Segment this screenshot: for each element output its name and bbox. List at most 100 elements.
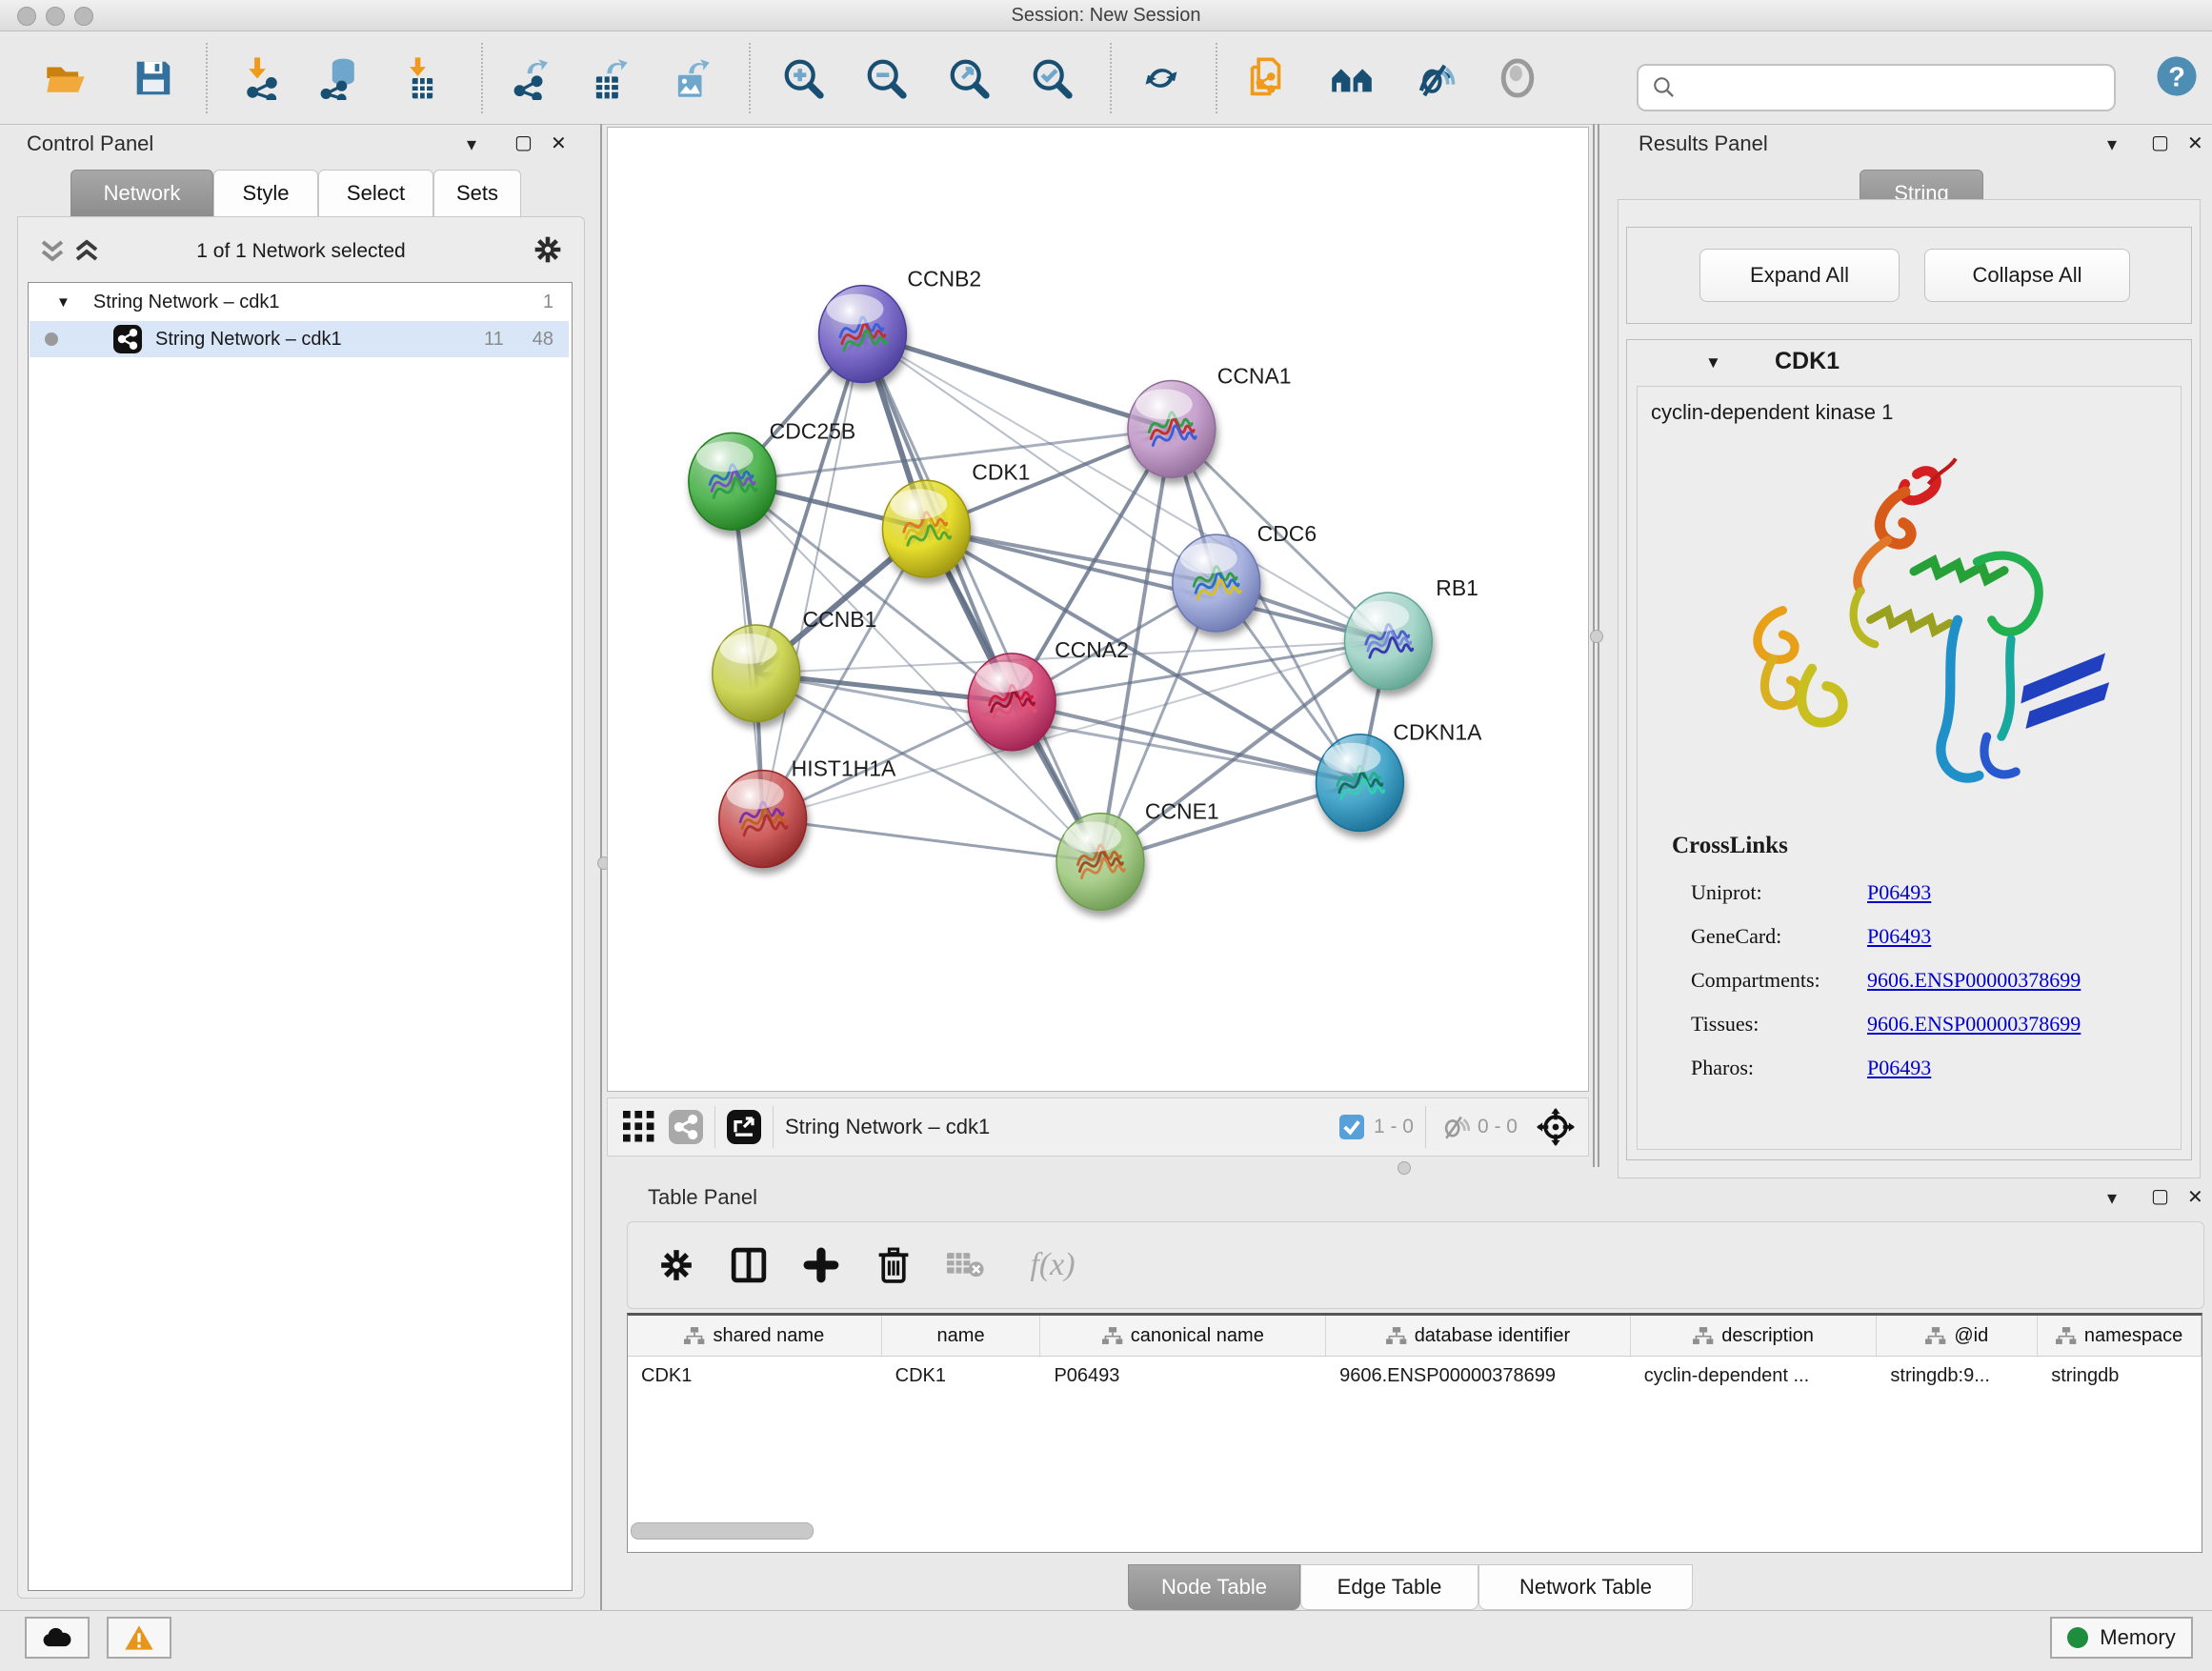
- warnings-button[interactable]: [107, 1617, 171, 1659]
- export-network-button[interactable]: [505, 52, 556, 104]
- zoom-in-button[interactable]: [777, 52, 829, 104]
- node-cdk1[interactable]: [882, 480, 970, 577]
- import-network-file-button[interactable]: [236, 52, 288, 104]
- crosslink-link[interactable]: 9606.ENSP00000378699: [1867, 1012, 2081, 1037]
- import-network-database-button[interactable]: [314, 52, 366, 104]
- create-column-button[interactable]: [795, 1239, 847, 1291]
- export-image-button[interactable]: [665, 52, 716, 104]
- selected-checkbox-icon[interactable]: [1339, 1115, 1364, 1139]
- control-panel-maximize-button[interactable]: ▢: [514, 133, 533, 152]
- column-header-name[interactable]: name: [882, 1316, 1041, 1356]
- collapse-all-button[interactable]: Collapse All: [1924, 249, 2130, 302]
- tab-edge-table[interactable]: Edge Table: [1300, 1564, 1478, 1610]
- network-canvas[interactable]: CCNB2CCNA1CDC25BCDK1CDC6RB1CCNB1CCNA2CDK…: [607, 127, 1589, 1092]
- function-builder-button[interactable]: f(x): [1013, 1239, 1093, 1291]
- node-cdc25b[interactable]: [689, 433, 776, 530]
- column-header-databaseidentifier[interactable]: database identifier: [1326, 1316, 1631, 1356]
- refresh-button[interactable]: [1136, 52, 1187, 104]
- node-hist1h1a[interactable]: [719, 771, 807, 868]
- crosslink-link[interactable]: 9606.ENSP00000378699: [1867, 968, 2081, 993]
- selected-node-edge-counts: 1 - 0: [1374, 1116, 1414, 1138]
- control-panel-close-button[interactable]: ✕: [551, 134, 567, 153]
- right-splitter-handle[interactable]: [1590, 630, 1603, 643]
- node-ccnb1[interactable]: [713, 625, 800, 722]
- node-ccne1[interactable]: [1056, 814, 1144, 911]
- node-rb1[interactable]: [1344, 593, 1432, 690]
- share-document-button[interactable]: [1242, 52, 1294, 104]
- network-graph[interactable]: CCNB2CCNA1CDC25BCDK1CDC6RB1CCNB1CCNA2CDK…: [608, 128, 1588, 1091]
- edge-ccnb2-hist1h1a[interactable]: [763, 334, 863, 819]
- network-collection-row[interactable]: ▼ String Network – cdk1 1: [30, 284, 569, 320]
- column-header-sharedname[interactable]: shared name: [628, 1316, 882, 1356]
- show-results-button[interactable]: [1492, 52, 1543, 104]
- help-button[interactable]: ?: [2151, 50, 2202, 102]
- save-session-button[interactable]: [128, 52, 179, 104]
- table-horizontal-scrollbar[interactable]: [631, 1522, 814, 1540]
- column-header-id[interactable]: @id: [1877, 1316, 2038, 1356]
- node-cdc6[interactable]: [1173, 534, 1260, 632]
- edge-hist1h1a-ccne1[interactable]: [763, 819, 1100, 862]
- results-panel-close-button[interactable]: ✕: [2187, 134, 2203, 153]
- zoom-selected-button[interactable]: [1026, 52, 1077, 104]
- node-ccnb2[interactable]: [819, 286, 907, 383]
- tab-node-table[interactable]: Node Table: [1128, 1564, 1300, 1610]
- node-ccna1[interactable]: [1128, 380, 1216, 477]
- crosslink-link[interactable]: P06493: [1867, 1056, 1931, 1080]
- export-table-button[interactable]: [583, 52, 634, 104]
- tab-network-table[interactable]: Network Table: [1478, 1564, 1693, 1610]
- right-splitter[interactable]: [1593, 124, 1595, 1167]
- birds-eye-view-icon[interactable]: [1537, 1108, 1575, 1146]
- delete-column-button[interactable]: [868, 1239, 919, 1291]
- node-ccna2[interactable]: [968, 654, 1056, 751]
- open-in-new-window-icon[interactable]: [727, 1110, 761, 1144]
- column-header-canonicalname[interactable]: canonical name: [1040, 1316, 1326, 1356]
- crosslink-link[interactable]: P06493: [1867, 880, 1931, 905]
- edge-ccnb2-ccne1[interactable]: [862, 334, 1100, 862]
- result-collapse-arrow-icon[interactable]: ▼: [1705, 353, 1721, 372]
- delete-table-button[interactable]: [940, 1239, 992, 1291]
- open-session-button[interactable]: [40, 52, 91, 104]
- tab-sets[interactable]: Sets: [433, 170, 521, 217]
- tab-select[interactable]: Select: [318, 170, 433, 217]
- delete-table-icon: [947, 1249, 985, 1281]
- network-row[interactable]: String Network – cdk1 11 48: [30, 321, 569, 357]
- expand-all-button[interactable]: Expand All: [1699, 249, 1900, 302]
- results-panel-float-button[interactable]: ▾: [2107, 135, 2117, 154]
- home-button[interactable]: [1326, 52, 1377, 104]
- zoom-out-button[interactable]: [860, 52, 912, 104]
- bottom-splitter-handle[interactable]: [1398, 1161, 1411, 1175]
- results-panel-maximize-button[interactable]: ▢: [2151, 133, 2169, 152]
- table-toolbar: f(x): [627, 1221, 2204, 1309]
- import-table-file-button[interactable]: [394, 52, 446, 104]
- collection-expand-arrow-icon[interactable]: ▼: [56, 294, 70, 311]
- crosslink-link[interactable]: P06493: [1867, 924, 1931, 949]
- grid-view-icon[interactable]: [623, 1111, 655, 1143]
- zoom-fit-button[interactable]: [943, 52, 995, 104]
- network-view-share-icon[interactable]: [669, 1110, 703, 1144]
- network-edge-count: 48: [533, 329, 553, 351]
- table-panel-close-button[interactable]: ✕: [2187, 1188, 2203, 1207]
- network-options-gear-icon[interactable]: [533, 234, 563, 265]
- edge-ccnb2-ccna1[interactable]: [862, 334, 1171, 430]
- node-label-ccna2: CCNA2: [1055, 637, 1129, 662]
- table-panel-float-button[interactable]: ▾: [2107, 1189, 2117, 1208]
- tab-style[interactable]: Style: [213, 170, 318, 217]
- show-columns-button[interactable]: [723, 1239, 774, 1291]
- memory-button[interactable]: Memory: [2050, 1617, 2193, 1659]
- control-panel-float-button[interactable]: ▾: [467, 135, 476, 154]
- search-box: [1637, 64, 2116, 111]
- edge-ccna2-cdkn1a[interactable]: [1012, 702, 1359, 783]
- titlebar: Session: New Session: [0, 0, 2212, 31]
- table-options-button[interactable]: [651, 1239, 702, 1291]
- hide-results-button[interactable]: [1408, 52, 1459, 104]
- table-row[interactable]: CDK1CDK1P064939606.ENSP00000378699cyclin…: [628, 1357, 2202, 1395]
- edge-cdk1-rb1[interactable]: [926, 529, 1388, 641]
- tab-network[interactable]: Network: [70, 170, 213, 217]
- node-cdkn1a[interactable]: [1317, 735, 1404, 832]
- column-header-namespace[interactable]: namespace: [2038, 1316, 2202, 1356]
- search-input[interactable]: [1677, 77, 2090, 99]
- network-edges[interactable]: [733, 334, 1389, 862]
- column-header-description[interactable]: description: [1631, 1316, 1878, 1356]
- cloud-status-button[interactable]: [25, 1617, 90, 1659]
- table-panel-maximize-button[interactable]: ▢: [2151, 1187, 2169, 1206]
